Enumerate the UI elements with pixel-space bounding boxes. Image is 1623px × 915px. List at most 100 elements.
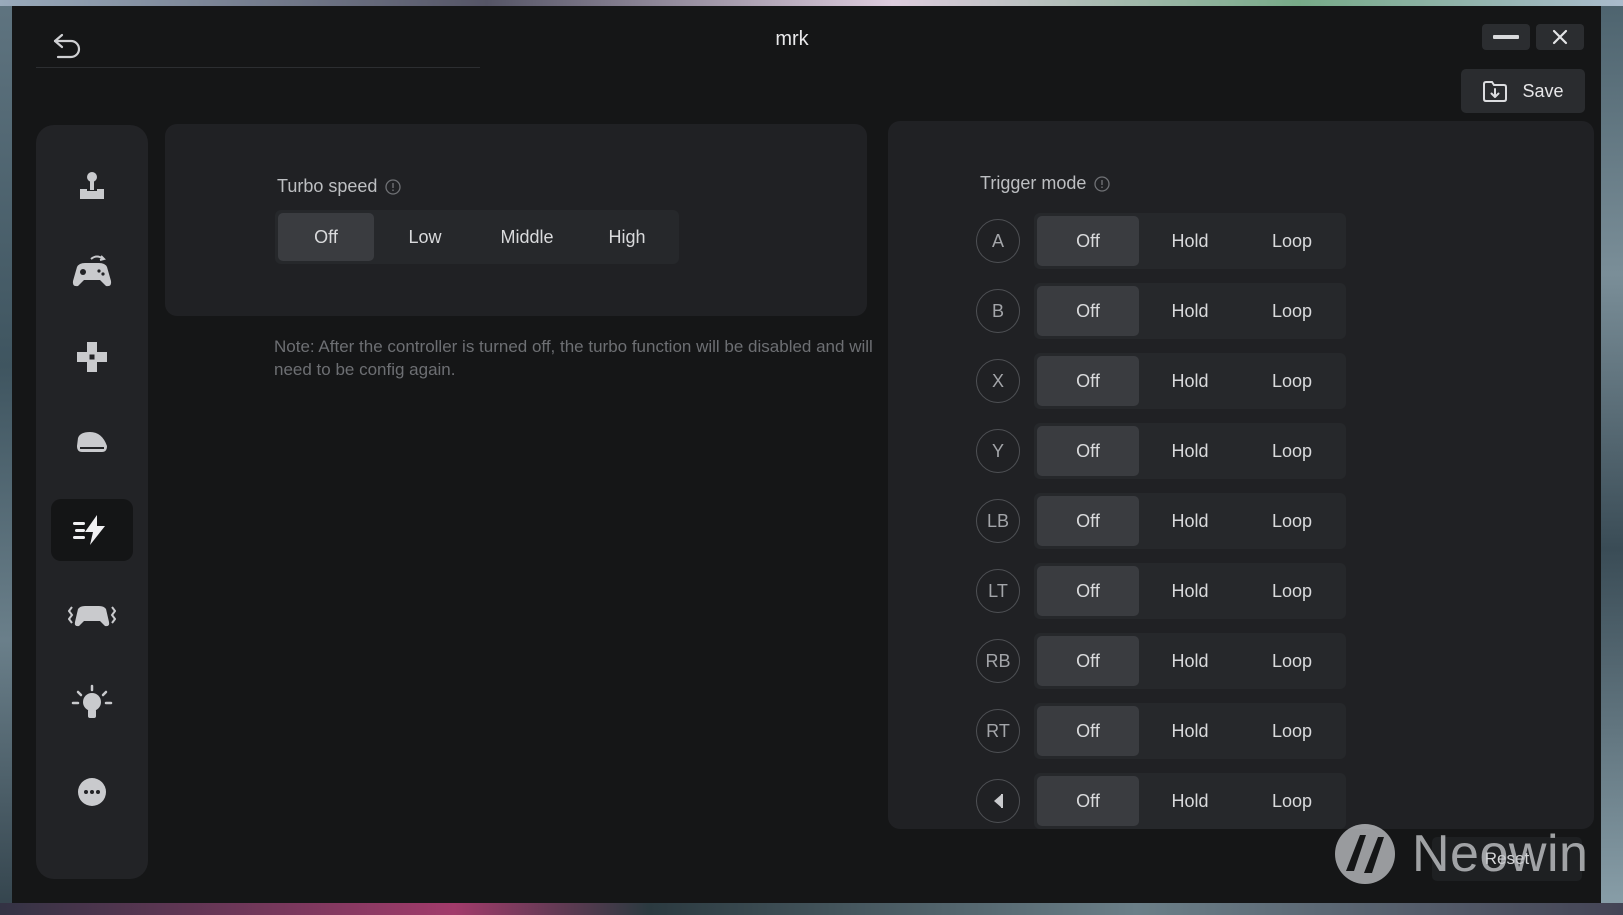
trigger-option-loop[interactable]: Loop xyxy=(1241,496,1343,546)
sidebar-item-more[interactable] xyxy=(51,761,133,823)
trigger-row-dpad-left: Off Hold Loop xyxy=(976,773,1346,829)
turbo-option-low[interactable]: Low xyxy=(374,213,476,261)
sidebar-item-remap[interactable] xyxy=(51,241,133,303)
trigger-option-loop[interactable]: Loop xyxy=(1241,286,1343,336)
trigger-option-off[interactable]: Off xyxy=(1037,216,1139,266)
trigger-option-loop[interactable]: Loop xyxy=(1241,636,1343,686)
turbo-speed-heading: Turbo speed xyxy=(277,176,402,197)
turbo-speed-label: Turbo speed xyxy=(277,176,378,196)
sidebar-item-lighting[interactable] xyxy=(51,673,133,735)
gamepad-remap-icon xyxy=(72,255,112,287)
dpad-icon xyxy=(77,342,107,372)
trigger-row-rt: RT Off Hold Loop xyxy=(976,703,1346,759)
trigger-option-loop[interactable]: Loop xyxy=(1241,776,1343,826)
save-label: Save xyxy=(1522,80,1564,101)
button-badge-y: Y xyxy=(976,429,1020,473)
trigger-row-y: Y Off Hold Loop xyxy=(976,423,1346,479)
trigger-option-loop[interactable]: Loop xyxy=(1241,356,1343,406)
neowin-logo-icon xyxy=(1335,824,1395,884)
trigger-option-hold[interactable]: Hold xyxy=(1139,636,1241,686)
trigger-mode-heading: Trigger mode xyxy=(980,173,1111,194)
trigger-selector-a: Off Hold Loop xyxy=(1034,213,1346,269)
trigger-option-loop[interactable]: Loop xyxy=(1241,706,1343,756)
button-badge-rb: RB xyxy=(976,639,1020,683)
turbo-option-high[interactable]: High xyxy=(578,213,676,261)
vibration-gamepad-icon xyxy=(68,606,116,627)
minimize-button[interactable] xyxy=(1482,24,1530,50)
trigger-option-off[interactable]: Off xyxy=(1037,286,1139,336)
trigger-row-lb: LB Off Hold Loop xyxy=(976,493,1346,549)
minimize-icon xyxy=(1493,35,1519,39)
trigger-option-hold[interactable]: Hold xyxy=(1139,706,1241,756)
turbo-option-off[interactable]: Off xyxy=(278,213,374,261)
trigger-selector-b: Off Hold Loop xyxy=(1034,283,1346,339)
trigger-option-hold[interactable]: Hold xyxy=(1139,286,1241,336)
reset-button[interactable]: Reset xyxy=(1432,837,1582,881)
turbo-option-middle[interactable]: Middle xyxy=(476,213,578,261)
trigger-option-hold[interactable]: Hold xyxy=(1139,566,1241,616)
trigger-option-off[interactable]: Off xyxy=(1037,426,1139,476)
trigger-row-rb: RB Off Hold Loop xyxy=(976,633,1346,689)
button-badge-b: B xyxy=(976,289,1020,333)
trigger-option-off[interactable]: Off xyxy=(1037,636,1139,686)
trigger-selector-dpad-left: Off Hold Loop xyxy=(1034,773,1346,829)
trigger-selector-lb: Off Hold Loop xyxy=(1034,493,1346,549)
turbo-speed-selector: Off Low Middle High xyxy=(275,210,679,264)
trigger-option-hold[interactable]: Hold xyxy=(1139,776,1241,826)
desktop-background-right xyxy=(1601,0,1623,915)
trigger-option-loop[interactable]: Loop xyxy=(1241,426,1343,476)
sidebar-item-vibration[interactable] xyxy=(51,585,133,647)
desktop-background-left xyxy=(0,0,12,915)
trigger-option-off[interactable]: Off xyxy=(1037,776,1139,826)
sidebar-item-joystick[interactable] xyxy=(51,155,133,217)
lightbulb-icon xyxy=(71,684,113,718)
trigger-selector-lt: Off Hold Loop xyxy=(1034,563,1346,619)
trigger-icon xyxy=(77,432,107,452)
trigger-row-lt: LT Off Hold Loop xyxy=(976,563,1346,619)
title-divider xyxy=(36,67,480,68)
info-icon[interactable] xyxy=(1094,175,1111,192)
close-icon xyxy=(1552,29,1568,45)
info-icon[interactable] xyxy=(385,178,402,195)
button-badge-lb: LB xyxy=(976,499,1020,543)
app-window: mrk Save Turbo speed Off Low Middle High… xyxy=(12,6,1601,903)
sidebar-item-trigger[interactable] xyxy=(51,412,133,474)
trigger-option-hold[interactable]: Hold xyxy=(1139,216,1241,266)
joystick-icon xyxy=(80,172,104,199)
sidebar xyxy=(36,125,148,879)
trigger-selector-rb: Off Hold Loop xyxy=(1034,633,1346,689)
trigger-selector-y: Off Hold Loop xyxy=(1034,423,1346,479)
trigger-option-off[interactable]: Off xyxy=(1037,706,1139,756)
trigger-mode-label: Trigger mode xyxy=(980,173,1087,193)
save-button[interactable]: Save xyxy=(1461,69,1585,113)
button-badge-a: A xyxy=(976,219,1020,263)
turbo-lightning-icon xyxy=(73,515,105,545)
button-badge-rt: RT xyxy=(976,709,1020,753)
trigger-option-hold[interactable]: Hold xyxy=(1139,356,1241,406)
trigger-option-off[interactable]: Off xyxy=(1037,496,1139,546)
trigger-option-hold[interactable]: Hold xyxy=(1139,426,1241,476)
more-icon xyxy=(78,778,106,806)
desktop-background-bottom xyxy=(0,903,1623,915)
save-folder-icon xyxy=(1483,81,1508,102)
sidebar-item-dpad[interactable] xyxy=(51,326,133,388)
trigger-option-off[interactable]: Off xyxy=(1037,356,1139,406)
turbo-note: Note: After the controller is turned off… xyxy=(274,337,873,379)
trigger-option-off[interactable]: Off xyxy=(1037,566,1139,616)
trigger-row-b: B Off Hold Loop xyxy=(976,283,1346,339)
window-title: mrk xyxy=(775,28,809,50)
dpad-left-icon xyxy=(994,794,1003,808)
trigger-option-loop[interactable]: Loop xyxy=(1241,216,1343,266)
close-button[interactable] xyxy=(1536,24,1584,50)
trigger-row-x: X Off Hold Loop xyxy=(976,353,1346,409)
trigger-option-loop[interactable]: Loop xyxy=(1241,566,1343,616)
button-badge-dpad-left xyxy=(976,779,1020,823)
trigger-selector-rt: Off Hold Loop xyxy=(1034,703,1346,759)
turbo-speed-card: Turbo speed Off Low Middle High xyxy=(165,124,867,316)
trigger-row-a: A Off Hold Loop xyxy=(976,213,1346,269)
button-badge-lt: LT xyxy=(976,569,1020,613)
trigger-mode-card: Trigger mode A Off Hold Loop B Off Hold xyxy=(888,121,1594,829)
sidebar-item-turbo[interactable] xyxy=(51,499,133,561)
trigger-option-hold[interactable]: Hold xyxy=(1139,496,1241,546)
trigger-selector-x: Off Hold Loop xyxy=(1034,353,1346,409)
